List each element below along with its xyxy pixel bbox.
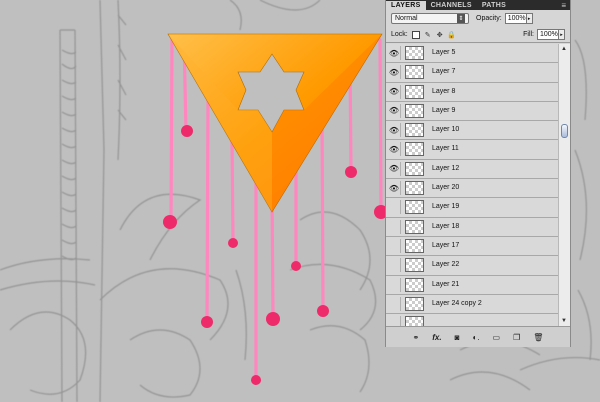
layer-name: Layer 11 bbox=[432, 145, 459, 153]
layer-name: Layer 5 bbox=[432, 49, 456, 56]
layer-row[interactable]: Layer 17 bbox=[386, 236, 558, 257]
folder-icon[interactable]: ▭ bbox=[493, 333, 501, 342]
lock-brush-icon[interactable]: ✎ bbox=[424, 31, 432, 39]
layer-row[interactable]: Layer 18 bbox=[386, 217, 558, 237]
lock-move-icon[interactable]: ✥ bbox=[436, 31, 444, 39]
tab-layers[interactable]: LAYERS bbox=[386, 1, 426, 10]
chevron-down-icon: ⇕ bbox=[457, 14, 465, 23]
layer-name: Layer 20 bbox=[432, 184, 460, 192]
layer-row[interactable]: Layer 19 bbox=[386, 198, 558, 218]
layer-thumbnail bbox=[405, 277, 424, 292]
mask-icon[interactable]: ◙ bbox=[455, 333, 460, 342]
panel-menu-icon[interactable]: ≡ bbox=[557, 1, 570, 10]
eye-icon[interactable]: 👁 bbox=[388, 181, 401, 196]
blend-row: Normal ⇕ Opacity: 100% ▸ bbox=[386, 10, 570, 27]
layer-thumbnail bbox=[405, 219, 424, 234]
layer-row[interactable]: Layer 21 bbox=[386, 275, 558, 295]
blend-mode-value: Normal bbox=[395, 15, 418, 22]
layer-thumbnail bbox=[405, 181, 424, 196]
layer-list[interactable]: 👁 Layer 5 👁 Layer 7 👁 Layer 8 👁 Layer 9 👁 Layer 1… bbox=[386, 44, 558, 326]
eye-icon[interactable] bbox=[388, 296, 401, 311]
eye-icon[interactable] bbox=[388, 316, 401, 326]
eye-icon[interactable]: 👁 bbox=[388, 103, 401, 118]
eye-icon[interactable] bbox=[388, 200, 401, 215]
new-layer-icon[interactable]: ❐ bbox=[513, 333, 520, 342]
eye-icon[interactable]: 👁 bbox=[388, 46, 401, 60]
layer-name: Layer 7 bbox=[432, 68, 456, 76]
layer-thumbnail bbox=[405, 46, 424, 60]
layers-panel[interactable]: LAYERS CHANNELS PATHS ≡ Normal ⇕ Opacity… bbox=[385, 0, 571, 347]
eye-icon[interactable]: 👁 bbox=[388, 84, 401, 99]
layer-thumbnail bbox=[405, 200, 424, 215]
adjustment-icon[interactable]: ◐. bbox=[472, 333, 479, 342]
lock-label: Lock: bbox=[391, 31, 408, 38]
layer-row[interactable]: 👁 Layer 10 bbox=[386, 121, 558, 141]
eye-icon[interactable] bbox=[388, 219, 401, 234]
layer-name: Layer 17 bbox=[432, 241, 460, 249]
fill-label: Fill: bbox=[523, 31, 534, 38]
layer-thumbnail bbox=[405, 316, 424, 326]
layer-row[interactable]: 👁 Layer 9 bbox=[386, 101, 558, 122]
tab-channels[interactable]: CHANNELS bbox=[426, 1, 477, 10]
eye-icon[interactable] bbox=[388, 277, 401, 292]
opacity-dropdown-icon[interactable]: ▸ bbox=[526, 13, 533, 24]
layer-row[interactable]: 👁 Layer 8 bbox=[386, 82, 558, 102]
fill-input[interactable]: 100% bbox=[537, 29, 559, 40]
layer-thumbnail bbox=[405, 84, 424, 99]
layer-thumbnail bbox=[405, 258, 424, 273]
opacity-input[interactable]: 100% bbox=[504, 13, 527, 24]
eye-icon[interactable] bbox=[388, 238, 401, 253]
eye-icon[interactable]: 👁 bbox=[388, 123, 401, 138]
lock-transparent-icon[interactable] bbox=[411, 30, 420, 39]
layer-row[interactable]: 👁 Layer 7 bbox=[386, 63, 558, 83]
layer-thumbnail bbox=[405, 142, 424, 157]
layer-name: Layer 22 bbox=[432, 261, 460, 269]
lock-row: Lock: ✎ ✥ 🔒 Fill: 100% ▸ bbox=[386, 27, 570, 43]
layer-row[interactable]: 👁 Layer 11 bbox=[386, 140, 558, 160]
layer-row[interactable]: Layer 24 copy 2 bbox=[386, 294, 558, 315]
layers-bottom-toolbar: ⚭ fx. ◙ ◐. ▭ ❐ 🗑 bbox=[386, 326, 570, 347]
eye-icon[interactable]: 👁 bbox=[388, 65, 401, 80]
fx-icon[interactable]: fx. bbox=[432, 333, 441, 342]
layer-thumbnail bbox=[405, 161, 424, 176]
layer-name: Layer 12 bbox=[432, 164, 460, 172]
scroll-down-icon[interactable]: ▼ bbox=[561, 318, 567, 324]
eye-icon[interactable] bbox=[388, 258, 401, 273]
panel-tab-bar: LAYERS CHANNELS PATHS ≡ bbox=[386, 0, 570, 10]
fill-dropdown-icon[interactable]: ▸ bbox=[559, 29, 565, 40]
scrollbar-thumb[interactable] bbox=[561, 124, 568, 138]
scroll-up-icon[interactable]: ▲ bbox=[561, 46, 567, 52]
layer-row[interactable] bbox=[386, 314, 558, 326]
layer-thumbnail bbox=[405, 296, 424, 311]
layer-name: Layer 21 bbox=[432, 280, 460, 288]
eye-icon[interactable]: 👁 bbox=[388, 161, 401, 176]
layer-name: Layer 10 bbox=[432, 126, 460, 134]
layer-row[interactable]: 👁 Layer 5 bbox=[386, 44, 558, 64]
layer-thumbnail bbox=[405, 123, 424, 138]
layer-row[interactable]: Layer 22 bbox=[386, 256, 558, 276]
layer-name: Layer 8 bbox=[432, 87, 456, 95]
layer-row[interactable]: 👁 Layer 12 bbox=[386, 159, 558, 180]
layer-row[interactable]: 👁 Layer 20 bbox=[386, 179, 558, 199]
layer-list-scrollbar[interactable]: ▲ ▼ bbox=[558, 44, 570, 326]
layer-name: Layer 24 copy 2 bbox=[432, 299, 482, 307]
link-icon[interactable]: ⚭ bbox=[413, 333, 420, 342]
trash-icon[interactable]: 🗑 bbox=[533, 333, 543, 342]
layer-name: Layer 18 bbox=[432, 222, 460, 230]
lock-all-icon[interactable]: 🔒 bbox=[447, 31, 456, 39]
tab-paths[interactable]: PATHS bbox=[477, 1, 511, 10]
layer-thumbnail bbox=[405, 103, 424, 118]
layer-name: Layer 19 bbox=[432, 203, 460, 211]
opacity-label: Opacity: bbox=[476, 15, 502, 22]
blend-mode-select[interactable]: Normal ⇕ bbox=[391, 13, 469, 24]
eye-icon[interactable]: 👁 bbox=[388, 142, 401, 157]
layer-thumbnail bbox=[405, 65, 424, 80]
layer-name: Layer 9 bbox=[432, 106, 456, 114]
layer-thumbnail bbox=[405, 238, 424, 253]
